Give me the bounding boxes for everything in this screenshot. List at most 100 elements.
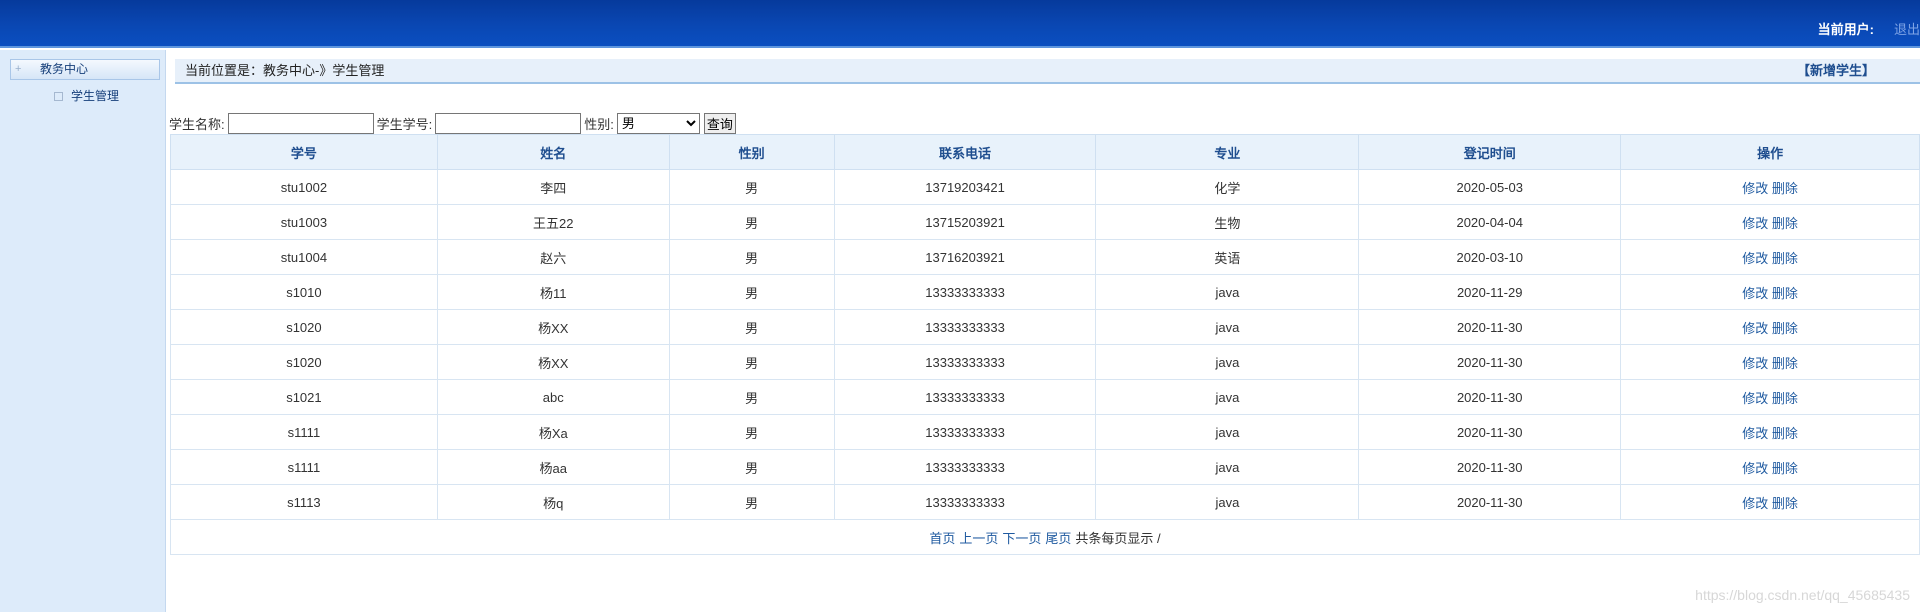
breadcrumb-bar: 当前位置是：教务中心-》学生管理 【新增学生】 <box>175 59 1920 84</box>
edit-link[interactable]: 修改 <box>1742 321 1768 336</box>
edit-link[interactable]: 修改 <box>1742 426 1768 441</box>
cell-major: java <box>1095 379 1360 415</box>
column-header-name: 姓名 <box>436 134 670 170</box>
current-user-label: 当前用户: <box>1817 22 1874 37</box>
column-header-student-id: 学号 <box>170 134 438 170</box>
table-row: s1021 abc 男 13333333333 java 2020-11-30 … <box>170 379 1920 415</box>
cell-phone: 13333333333 <box>833 344 1097 380</box>
cell-student-id: s1021 <box>170 379 438 415</box>
logout-link[interactable]: 退出 <box>1894 19 1920 38</box>
edit-link[interactable]: 修改 <box>1742 496 1768 511</box>
student-name-label: 学生名称: <box>169 116 225 132</box>
delete-link[interactable]: 删除 <box>1772 251 1798 266</box>
delete-link[interactable]: 删除 <box>1772 391 1798 406</box>
delete-link[interactable]: 删除 <box>1772 216 1798 231</box>
cell-date: 2020-11-30 <box>1358 379 1622 415</box>
cell-gender: 男 <box>668 239 835 275</box>
expand-icon: + <box>15 63 22 75</box>
cell-actions: 修改 删除 <box>1620 379 1920 415</box>
edit-link[interactable]: 修改 <box>1742 286 1768 301</box>
breadcrumb: 当前位置是：教务中心-》学生管理 <box>185 63 385 78</box>
table-row: stu1003 王五22 男 13715203921 生物 2020-04-04… <box>170 204 1920 240</box>
cell-phone: 13333333333 <box>833 274 1097 310</box>
cell-major: 化学 <box>1095 169 1360 205</box>
column-header-actions: 操作 <box>1620 134 1920 170</box>
cell-phone: 13333333333 <box>833 414 1097 450</box>
edit-link[interactable]: 修改 <box>1742 181 1768 196</box>
cell-gender: 男 <box>668 344 835 380</box>
add-student-link[interactable]: 【新增学生】 <box>1797 59 1875 83</box>
delete-link[interactable]: 删除 <box>1772 286 1798 301</box>
table-row: stu1002 李四 男 13719203421 化学 2020-05-03 修… <box>170 169 1920 205</box>
column-header-phone: 联系电话 <box>833 134 1097 170</box>
cell-name: 杨Xa <box>436 414 670 450</box>
pager-info: 共条每页显示 / <box>1075 530 1161 546</box>
cell-student-id: s1111 <box>170 449 438 485</box>
table-row: s1111 杨Xa 男 13333333333 java 2020-11-30 … <box>170 414 1920 450</box>
edit-link[interactable]: 修改 <box>1742 216 1768 231</box>
delete-link[interactable]: 删除 <box>1772 426 1798 441</box>
query-button[interactable]: 查询 <box>703 112 736 134</box>
cell-gender: 男 <box>668 449 835 485</box>
cell-major: java <box>1095 309 1360 345</box>
tree-node-icon <box>54 92 63 101</box>
gender-select[interactable]: 男 <box>616 112 700 134</box>
column-header-major: 专业 <box>1095 134 1360 170</box>
cell-student-id: s1010 <box>170 274 438 310</box>
sidebar-section-label: 教务中心 <box>40 62 89 76</box>
cell-phone: 13333333333 <box>833 484 1097 520</box>
cell-name: 杨XX <box>436 309 670 345</box>
student-name-input[interactable] <box>227 112 374 134</box>
cell-gender: 男 <box>668 274 835 310</box>
cell-name: 王五22 <box>436 204 670 240</box>
delete-link[interactable]: 删除 <box>1772 496 1798 511</box>
cell-gender: 男 <box>668 309 835 345</box>
watermark: https://blog.csdn.net/qq_45685435 <box>1695 587 1910 603</box>
cell-name: abc <box>436 379 670 415</box>
student-table: 学号 姓名 性别 联系电话 专业 登记时间 操作 stu1002 李四 男 13… <box>170 134 1920 555</box>
cell-actions: 修改 删除 <box>1620 239 1920 275</box>
cell-student-id: s1020 <box>170 344 438 380</box>
delete-link[interactable]: 删除 <box>1772 356 1798 371</box>
cell-name: 杨XX <box>436 344 670 380</box>
sidebar-section-academic-center[interactable]: + 教务中心 <box>10 59 160 80</box>
cell-gender: 男 <box>668 414 835 450</box>
cell-date: 2020-03-10 <box>1358 239 1622 275</box>
edit-link[interactable]: 修改 <box>1742 391 1768 406</box>
table-header-row: 学号 姓名 性别 联系电话 专业 登记时间 操作 <box>170 134 1920 170</box>
table-row: stu1004 赵六 男 13716203921 英语 2020-03-10 修… <box>170 239 1920 275</box>
student-number-label: 学生学号: <box>376 116 433 132</box>
last-page-link[interactable]: 尾页 <box>1045 531 1071 546</box>
cell-name: 杨q <box>436 484 670 520</box>
cell-actions: 修改 删除 <box>1620 449 1920 485</box>
gender-label: 性别: <box>584 116 614 132</box>
cell-date: 2020-05-03 <box>1358 169 1622 205</box>
cell-phone: 13333333333 <box>833 309 1097 345</box>
edit-link[interactable]: 修改 <box>1742 461 1768 476</box>
cell-major: 英语 <box>1095 239 1360 275</box>
cell-major: java <box>1095 414 1360 450</box>
cell-major: java <box>1095 484 1360 520</box>
edit-link[interactable]: 修改 <box>1742 356 1768 371</box>
first-page-link[interactable]: 首页 <box>929 531 955 546</box>
column-header-gender: 性别 <box>668 134 835 170</box>
delete-link[interactable]: 删除 <box>1772 461 1798 476</box>
cell-date: 2020-11-30 <box>1358 344 1622 380</box>
sidebar-item-student-management[interactable]: 学生管理 <box>54 88 119 104</box>
table-row: s1020 杨XX 男 13333333333 java 2020-11-30 … <box>170 344 1920 380</box>
next-page-link[interactable]: 下一页 <box>1002 531 1041 546</box>
cell-student-id: s1020 <box>170 309 438 345</box>
table-row: s1020 杨XX 男 13333333333 java 2020-11-30 … <box>170 309 1920 345</box>
prev-page-link[interactable]: 上一页 <box>959 531 998 546</box>
edit-link[interactable]: 修改 <box>1742 251 1768 266</box>
cell-student-id: stu1003 <box>170 204 438 240</box>
table-row: s1010 杨11 男 13333333333 java 2020-11-29 … <box>170 274 1920 310</box>
student-number-input[interactable] <box>435 112 582 134</box>
delete-link[interactable]: 删除 <box>1772 321 1798 336</box>
search-form: 学生名称: 学生学号: 性别: 男 查询 <box>169 112 736 134</box>
cell-gender: 男 <box>668 379 835 415</box>
cell-student-id: stu1002 <box>170 169 438 205</box>
cell-name: 李四 <box>436 169 670 205</box>
cell-name: 杨11 <box>436 274 670 310</box>
delete-link[interactable]: 删除 <box>1772 181 1798 196</box>
